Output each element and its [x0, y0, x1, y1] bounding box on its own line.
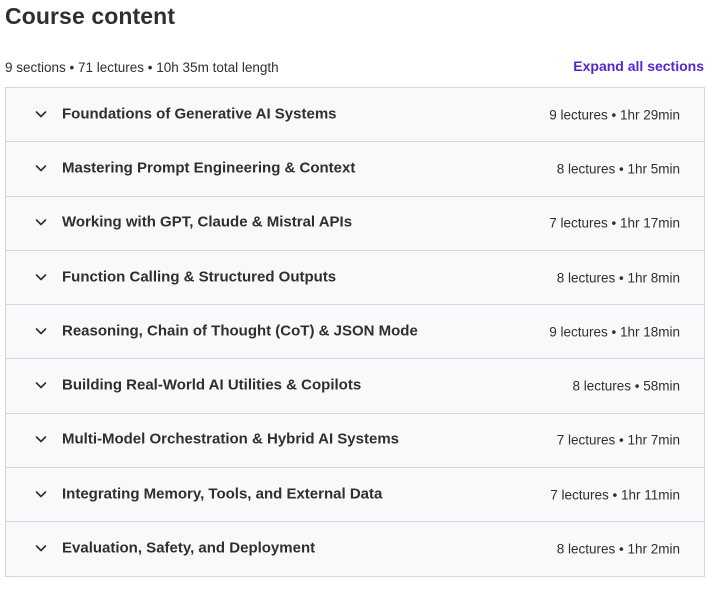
- chevron-down-icon[interactable]: [34, 432, 48, 446]
- section-title: Foundations of Generative AI Systems: [62, 105, 337, 123]
- section-header[interactable]: Building Real-World AI Utilities & Copil…: [6, 359, 704, 414]
- chevron-down-icon[interactable]: [34, 270, 48, 284]
- section-header[interactable]: Foundations of Generative AI Systems 9 l…: [6, 88, 704, 143]
- chevron-down-icon[interactable]: [34, 378, 48, 392]
- section-meta: 8 lectures • 58min: [572, 378, 680, 394]
- chevron-down-icon[interactable]: [34, 161, 48, 175]
- chevron-down-icon[interactable]: [34, 215, 48, 229]
- section-meta: 8 lectures • 1hr 5min: [556, 161, 680, 177]
- section-title: Mastering Prompt Engineering & Context: [62, 159, 356, 177]
- section-title: Integrating Memory, Tools, and External …: [62, 485, 383, 503]
- section-title: Working with GPT, Claude & Mistral APIs: [62, 213, 353, 231]
- chevron-down-icon[interactable]: [34, 541, 48, 555]
- section-title: Reasoning, Chain of Thought (CoT) & JSON…: [62, 322, 418, 340]
- section-meta: 9 lectures • 1hr 18min: [549, 324, 680, 340]
- section-header[interactable]: Multi-Model Orchestration & Hybrid AI Sy…: [6, 413, 704, 469]
- course-summary-bar: 9 sections • 71 lectures • 10h 35m total…: [5, 58, 705, 78]
- chevron-down-icon[interactable]: [34, 107, 48, 121]
- chevron-down-icon[interactable]: [34, 324, 48, 338]
- section-header[interactable]: Function Calling & Structured Outputs 8 …: [6, 250, 704, 306]
- section-meta: 9 lectures • 1hr 29min: [549, 107, 680, 123]
- section-meta: 7 lectures • 1hr 17min: [549, 215, 680, 231]
- expand-all-sections-button[interactable]: Expand all sections: [573, 58, 704, 74]
- section-title: Building Real-World AI Utilities & Copil…: [62, 376, 362, 394]
- section-title: Multi-Model Orchestration & Hybrid AI Sy…: [62, 430, 399, 448]
- section-meta: 8 lectures • 1hr 2min: [556, 541, 680, 557]
- section-meta: 7 lectures • 1hr 11min: [550, 487, 680, 503]
- section-meta: 8 lectures • 1hr 8min: [556, 270, 680, 286]
- section-header[interactable]: Reasoning, Chain of Thought (CoT) & JSON…: [6, 305, 704, 360]
- section-title: Evaluation, Safety, and Deployment: [62, 539, 316, 557]
- course-summary: 9 sections • 71 lectures • 10h 35m total…: [5, 60, 279, 75]
- section-header[interactable]: Working with GPT, Claude & Mistral APIs …: [6, 196, 704, 251]
- section-header[interactable]: Integrating Memory, Tools, and External …: [6, 468, 704, 523]
- section-header[interactable]: Evaluation, Safety, and Deployment 8 lec…: [6, 522, 704, 577]
- section-header[interactable]: Mastering Prompt Engineering & Context 8…: [6, 142, 704, 197]
- page-title: Course content: [5, 3, 176, 29]
- section-meta: 7 lectures • 1hr 7min: [556, 432, 680, 448]
- section-title: Function Calling & Structured Outputs: [62, 268, 337, 286]
- chevron-down-icon[interactable]: [34, 487, 48, 501]
- section-list: Foundations of Generative AI Systems 9 l…: [5, 87, 705, 577]
